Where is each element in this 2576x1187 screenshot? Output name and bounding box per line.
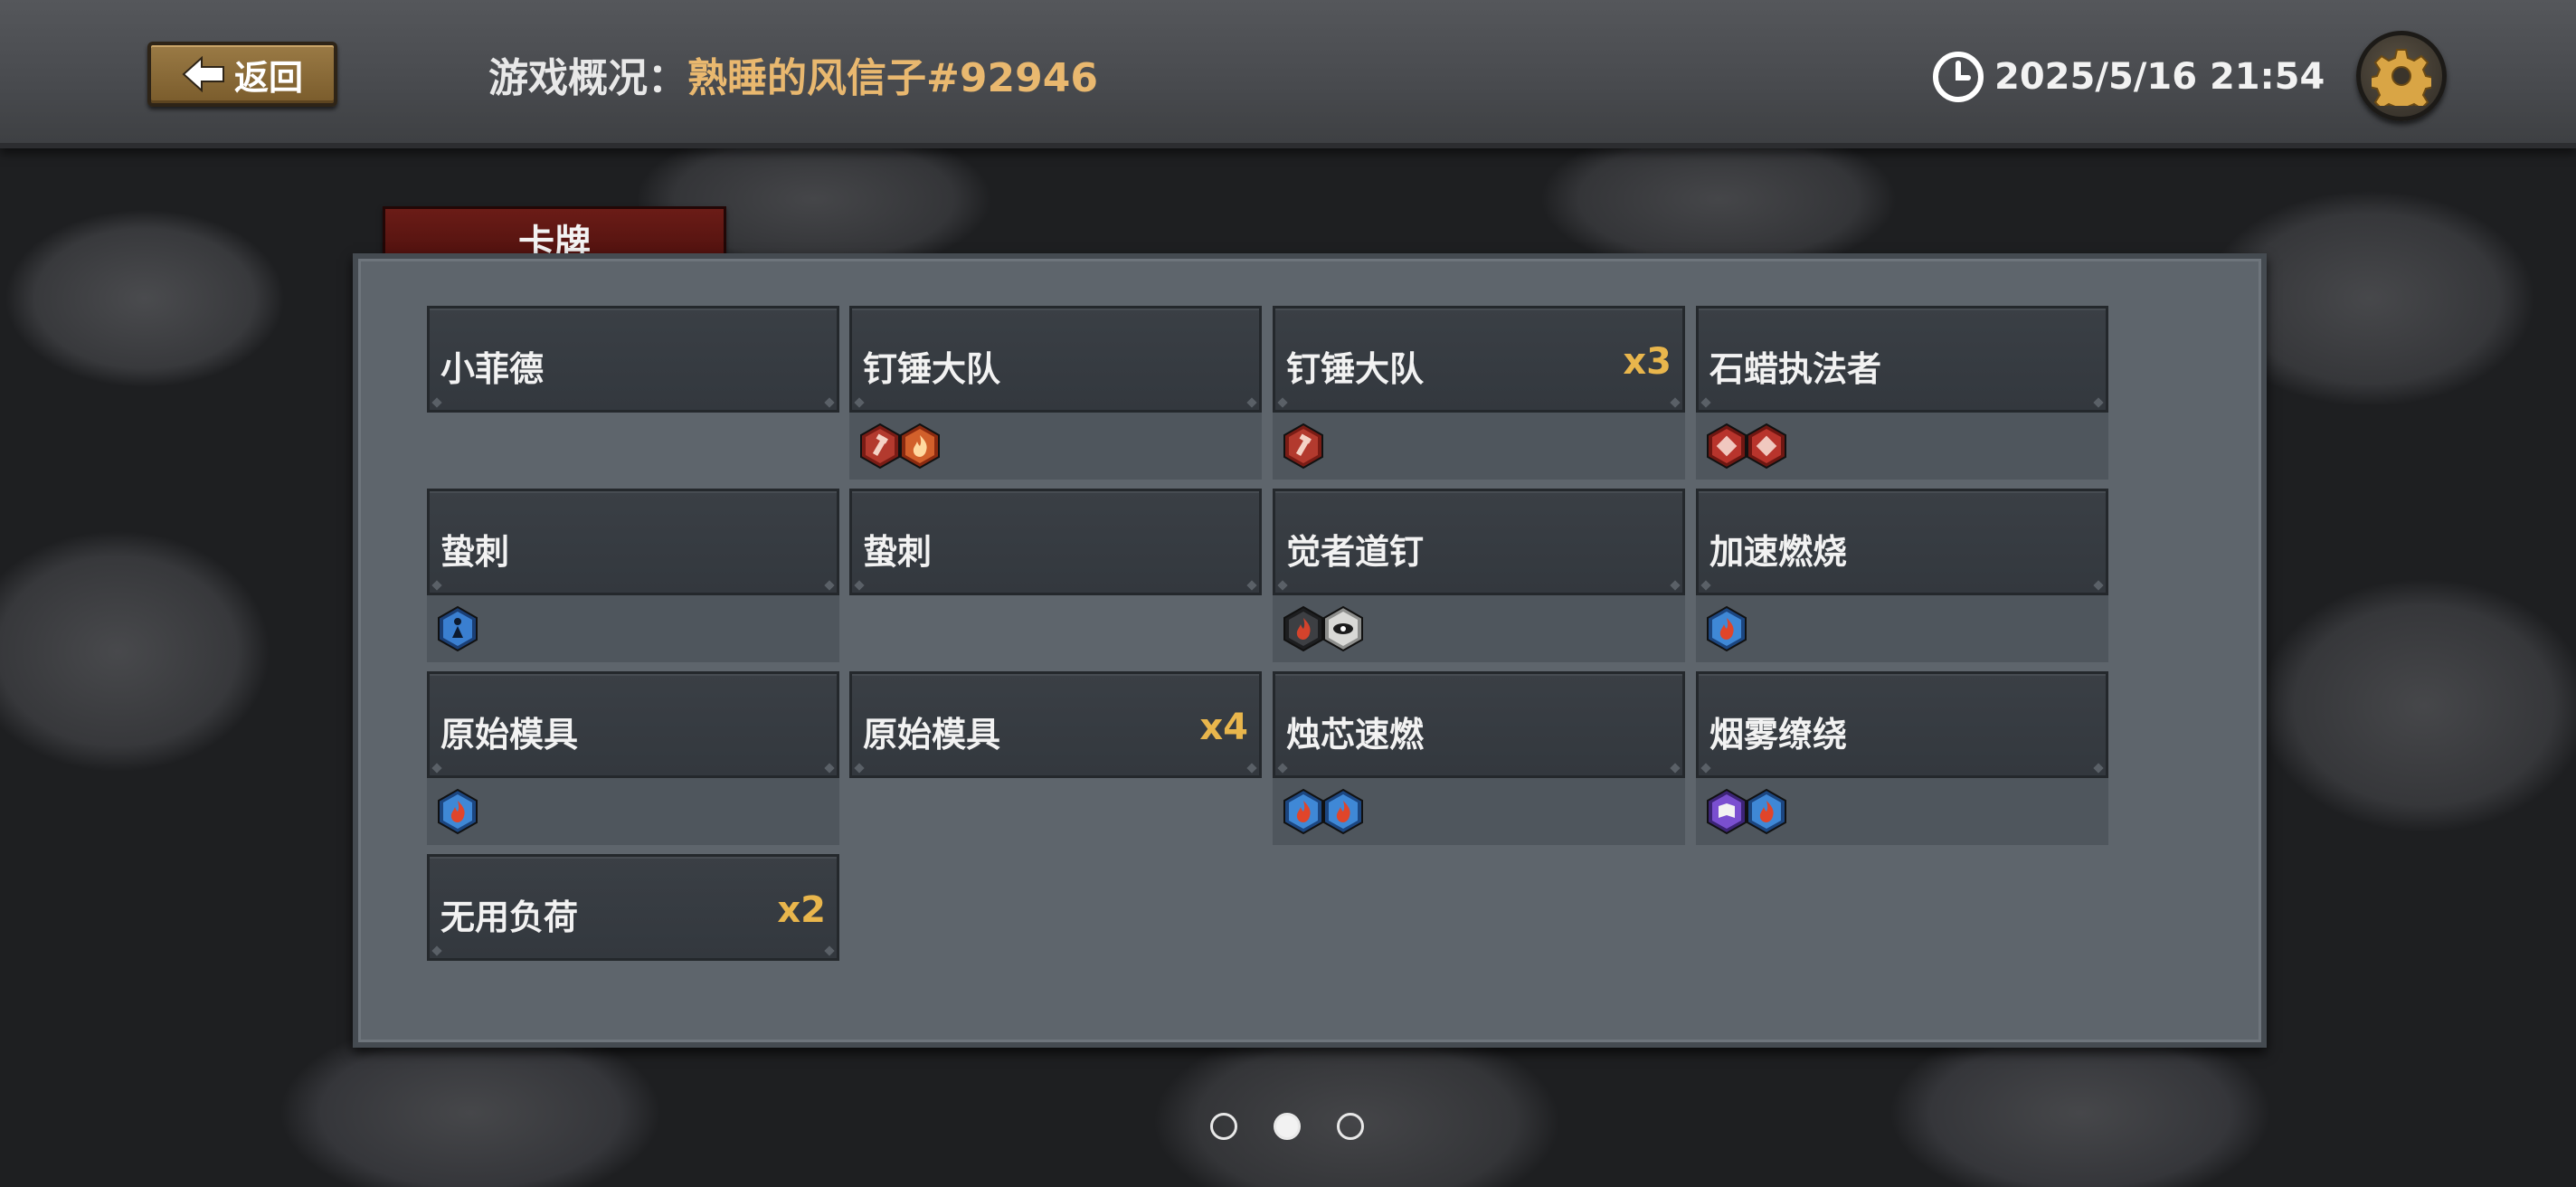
- card-name: 钉锤大队: [863, 349, 1001, 389]
- datetime-text: 2025/5/16 21:54: [1994, 56, 2325, 98]
- card-header[interactable]: 蛰刺: [849, 489, 1262, 595]
- card-tags: [849, 413, 1262, 480]
- card-count: x3: [1623, 341, 1672, 383]
- card-slot[interactable]: 觉者道钉: [1273, 489, 1685, 662]
- card-header[interactable]: 石蜡执法者: [1696, 306, 2108, 413]
- blue-fire-icon: [1707, 605, 1747, 652]
- blue-figure-icon: [438, 605, 478, 652]
- card-header[interactable]: 加速燃烧: [1696, 489, 2108, 595]
- card-header[interactable]: 蛰刺: [427, 489, 839, 595]
- red-hammer-icon: [1283, 423, 1323, 470]
- card-slot[interactable]: 原始模具 x4: [849, 671, 1262, 778]
- arrow-left-icon: [182, 56, 224, 92]
- card-name: 加速燃烧: [1709, 532, 1848, 572]
- pager-dot-3[interactable]: [1337, 1113, 1364, 1140]
- card-tags: [1696, 595, 2108, 662]
- dark-fire-icon: [1283, 605, 1323, 652]
- card-tags: [1273, 778, 1685, 845]
- blue-fire-icon: [438, 788, 478, 835]
- card-slot[interactable]: 无用负荷 x2: [427, 854, 839, 961]
- card-header[interactable]: 无用负荷 x2: [427, 854, 839, 961]
- card-slot[interactable]: 钉锤大队 x3: [1273, 306, 1685, 480]
- card-header[interactable]: 钉锤大队 x3: [1273, 306, 1685, 413]
- white-eye-icon: [1323, 605, 1363, 652]
- red-hammer-icon: [860, 423, 900, 470]
- red-scroll-icon: [1707, 423, 1747, 470]
- card-tags: [1273, 413, 1685, 480]
- back-button[interactable]: 返回: [147, 42, 337, 107]
- blue-fire-icon: [1747, 788, 1786, 835]
- card-slot[interactable]: 蛰刺: [427, 489, 839, 662]
- card-tags: [1273, 595, 1685, 662]
- card-name: 烟雾缭绕: [1709, 715, 1848, 755]
- card-tags: [427, 595, 839, 662]
- card-name: 蛰刺: [863, 532, 933, 572]
- back-button-label: 返回: [233, 57, 303, 98]
- card-name: 觉者道钉: [1286, 532, 1425, 572]
- card-count: x4: [1199, 707, 1248, 748]
- card-slot[interactable]: 原始模具: [427, 671, 839, 845]
- pager-dot-1[interactable]: [1210, 1113, 1237, 1140]
- card-slot[interactable]: 石蜡执法者: [1696, 306, 2108, 480]
- cards-panel: 小菲德 钉锤大队 钉锤大队 x3 石蜡执法者蛰刺 蛰刺 觉者道钉 加速燃烧原始模具 原始模具 x4…: [353, 253, 2267, 1048]
- clock-icon: [1933, 52, 1984, 102]
- card-slot[interactable]: 小菲德: [427, 306, 839, 413]
- red-scroll-icon: [1747, 423, 1786, 470]
- card-count: x2: [777, 889, 826, 931]
- card-name: 烛芯速燃: [1286, 715, 1425, 755]
- card-tags: [1696, 413, 2108, 480]
- blue-fire-icon: [1323, 788, 1363, 835]
- page-title: 游戏概况： 熟睡的风信子#92946: [488, 47, 1098, 101]
- card-tags: [427, 778, 839, 845]
- card-name: 无用负荷: [440, 897, 579, 937]
- card-header[interactable]: 原始模具 x4: [849, 671, 1262, 778]
- purple-book-icon: [1707, 788, 1747, 835]
- gear-icon: [2372, 49, 2431, 106]
- card-header[interactable]: 钉锤大队: [849, 306, 1262, 413]
- card-slot[interactable]: 加速燃烧: [1696, 489, 2108, 662]
- player-name: 熟睡的风信子#92946: [687, 55, 1098, 101]
- card-header[interactable]: 原始模具: [427, 671, 839, 778]
- blue-fire-icon: [1283, 788, 1323, 835]
- card-slot[interactable]: 烟雾缭绕: [1696, 671, 2108, 845]
- card-name: 原始模具: [863, 715, 1001, 755]
- title-label: 游戏概况：: [488, 55, 687, 101]
- pager-dot-2[interactable]: [1274, 1113, 1301, 1140]
- card-name: 原始模具: [440, 715, 579, 755]
- red-orange-fire-icon: [900, 423, 940, 470]
- card-header[interactable]: 小菲德: [427, 306, 839, 413]
- card-header[interactable]: 烛芯速燃: [1273, 671, 1685, 778]
- card-tags: [1696, 778, 2108, 845]
- card-header[interactable]: 烟雾缭绕: [1696, 671, 2108, 778]
- card-name: 小菲德: [440, 349, 545, 389]
- card-slot[interactable]: 蛰刺: [849, 489, 1262, 595]
- datetime-display: 2025/5/16 21:54: [1931, 50, 2325, 104]
- card-name: 蛰刺: [440, 532, 510, 572]
- settings-button[interactable]: [2356, 31, 2447, 121]
- card-name: 钉锤大队: [1286, 349, 1425, 389]
- card-header[interactable]: 觉者道钉: [1273, 489, 1685, 595]
- card-slot[interactable]: 钉锤大队: [849, 306, 1262, 480]
- card-slot[interactable]: 烛芯速燃: [1273, 671, 1685, 845]
- top-bar: 返回 游戏概况： 熟睡的风信子#92946 2025/5/16 21:54: [0, 0, 2576, 148]
- card-name: 石蜡执法者: [1709, 349, 1882, 389]
